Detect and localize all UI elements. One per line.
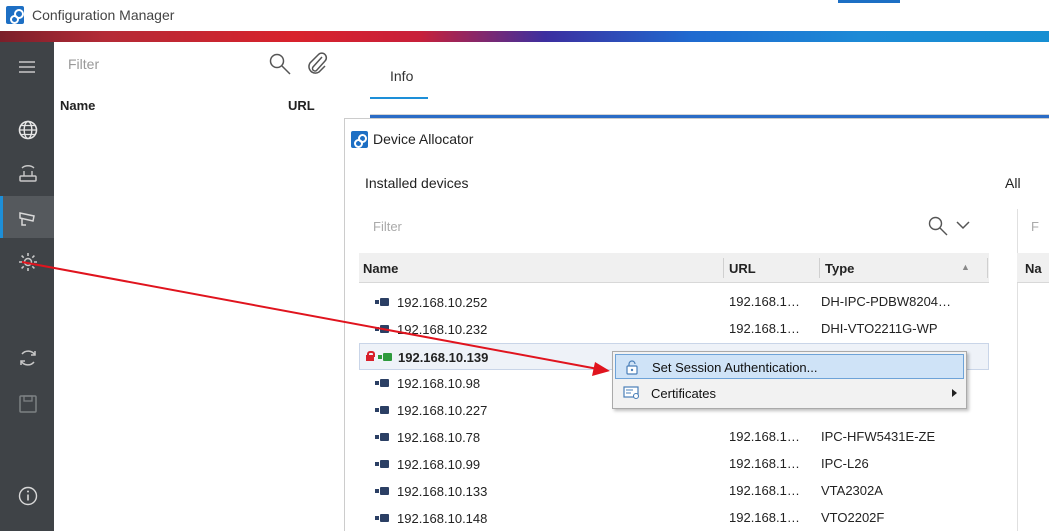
search-icon[interactable] bbox=[927, 215, 949, 237]
row-name: 192.168.10.99 bbox=[397, 457, 481, 472]
menu-item-set-session-authentication[interactable]: Set Session Authentication... bbox=[615, 354, 964, 379]
menu-item-label: Certificates bbox=[651, 386, 717, 401]
left-panel: Filter Name URL bbox=[54, 42, 344, 531]
installed-filter-input[interactable]: Filter bbox=[373, 219, 402, 234]
row-name: 192.168.10.98 bbox=[397, 376, 481, 391]
row-url: 192.168.1… bbox=[729, 429, 800, 444]
installed-devices-label: Installed devices bbox=[365, 175, 469, 191]
device-icon bbox=[375, 433, 389, 441]
table-row[interactable]: 192.168.10.232 192.168.1… DHI-VTO2211G-W… bbox=[359, 316, 989, 343]
table-row[interactable]: 192.168.10.99 192.168.1… IPC-L26 bbox=[359, 451, 989, 478]
col-url[interactable]: URL bbox=[729, 261, 756, 276]
lock-icon bbox=[626, 360, 638, 375]
device-icon bbox=[375, 325, 389, 333]
col-separator bbox=[987, 258, 988, 278]
row-name: 192.168.10.148 bbox=[397, 511, 488, 526]
row-type: DHI-VTO2211G-WP bbox=[821, 321, 938, 336]
menu-item-label: Set Session Authentication... bbox=[652, 360, 818, 375]
title-accent-bar bbox=[838, 0, 900, 3]
device-icon bbox=[375, 487, 389, 495]
app-title: Configuration Manager bbox=[32, 7, 175, 23]
search-icon[interactable] bbox=[268, 52, 292, 76]
app-logo-icon bbox=[6, 6, 24, 24]
certificate-icon bbox=[623, 386, 640, 400]
device-icon bbox=[375, 460, 389, 468]
title-bar: Configuration Manager bbox=[0, 0, 1049, 31]
info-icon bbox=[18, 486, 38, 506]
row-url: 192.168.1… bbox=[729, 483, 800, 498]
table-row[interactable]: 192.168.10.148 192.168.1… VTO2202F bbox=[359, 505, 989, 531]
row-name: 192.168.10.78 bbox=[397, 430, 481, 445]
all-table-header: Na bbox=[1017, 253, 1049, 283]
row-type: VTA2302A bbox=[821, 483, 883, 498]
row-name: 192.168.10.252 bbox=[397, 295, 488, 310]
row-type: IPC-L26 bbox=[821, 456, 869, 471]
menu-item-certificates[interactable]: Certificates bbox=[615, 381, 964, 406]
row-name: 192.168.10.133 bbox=[397, 484, 488, 499]
nav-menu-button[interactable] bbox=[0, 46, 54, 88]
save-icon bbox=[19, 395, 37, 413]
left-table-header: Name URL bbox=[54, 92, 344, 118]
brand-stripe bbox=[0, 31, 1049, 42]
row-type: IPC-HFW5431E-ZE bbox=[821, 429, 936, 444]
hamburger-icon bbox=[19, 61, 35, 73]
dialog-title: Device Allocator bbox=[373, 131, 474, 147]
row-url: 192.168.1… bbox=[729, 456, 800, 471]
left-col-url[interactable]: URL bbox=[288, 98, 315, 113]
tab-info-underline bbox=[370, 97, 428, 99]
device-allocator-dialog: Device Allocator Installed devices All F… bbox=[344, 118, 1049, 531]
globe-icon bbox=[18, 120, 38, 140]
tab-info[interactable]: Info bbox=[390, 68, 413, 84]
col-separator bbox=[723, 258, 724, 278]
row-name: 192.168.10.232 bbox=[397, 322, 488, 337]
all-filter-input[interactable]: F bbox=[1031, 219, 1039, 234]
table-row[interactable]: 192.168.10.133 192.168.1… VTA2302A bbox=[359, 478, 989, 505]
nav-cameras[interactable] bbox=[0, 196, 54, 238]
refresh-icon bbox=[20, 350, 36, 366]
paperclip-icon[interactable] bbox=[306, 52, 328, 76]
left-filter-input[interactable]: Filter bbox=[68, 56, 99, 72]
nav-about[interactable] bbox=[0, 474, 54, 516]
col-type[interactable]: Type bbox=[825, 261, 854, 276]
col-separator bbox=[819, 258, 820, 278]
nav-refresh[interactable] bbox=[0, 336, 54, 378]
device-icon bbox=[375, 298, 389, 306]
row-name: 192.168.10.139 bbox=[398, 350, 489, 365]
row-name: 192.168.10.227 bbox=[397, 403, 488, 418]
device-icon bbox=[375, 379, 389, 387]
all-devices-label: All bbox=[1005, 175, 1021, 191]
all-col-name[interactable]: Na bbox=[1025, 261, 1042, 276]
nav-devices[interactable] bbox=[0, 152, 54, 194]
sort-asc-icon[interactable]: ▲ bbox=[961, 262, 970, 272]
lock-icon bbox=[366, 351, 375, 361]
device-icon bbox=[375, 406, 389, 414]
table-row[interactable]: 192.168.10.252 192.168.1… DH-IPC-PDBW820… bbox=[359, 289, 989, 316]
device-online-icon bbox=[378, 353, 392, 361]
row-type: VTO2202F bbox=[821, 510, 885, 525]
installed-devices-list: 192.168.10.252 192.168.1… DH-IPC-PDBW820… bbox=[359, 289, 989, 531]
gear-icon bbox=[19, 253, 37, 271]
nav-save[interactable] bbox=[0, 382, 54, 424]
dialog-logo-icon bbox=[351, 131, 368, 148]
row-type: DH-IPC-PDBW8204… bbox=[821, 294, 952, 309]
context-menu: Set Session Authentication... Certificat… bbox=[612, 351, 967, 409]
row-url: 192.168.1… bbox=[729, 294, 800, 309]
nav-settings[interactable] bbox=[0, 240, 54, 282]
table-row[interactable]: 192.168.10.78 192.168.1… IPC-HFW5431E-ZE bbox=[359, 424, 989, 451]
camera-icon bbox=[19, 212, 35, 226]
row-url: 192.168.1… bbox=[729, 510, 800, 525]
col-name[interactable]: Name bbox=[363, 261, 398, 276]
row-url: 192.168.1… bbox=[729, 321, 800, 336]
device-icon bbox=[375, 514, 389, 522]
submenu-arrow-icon bbox=[952, 389, 957, 397]
installed-table-header: Name URL Type ▲ bbox=[359, 253, 989, 283]
left-nav bbox=[0, 42, 54, 531]
left-col-name[interactable]: Name bbox=[60, 98, 95, 113]
router-icon bbox=[19, 165, 37, 182]
nav-network-scan[interactable] bbox=[0, 108, 54, 150]
chevron-down-icon[interactable] bbox=[955, 219, 971, 231]
